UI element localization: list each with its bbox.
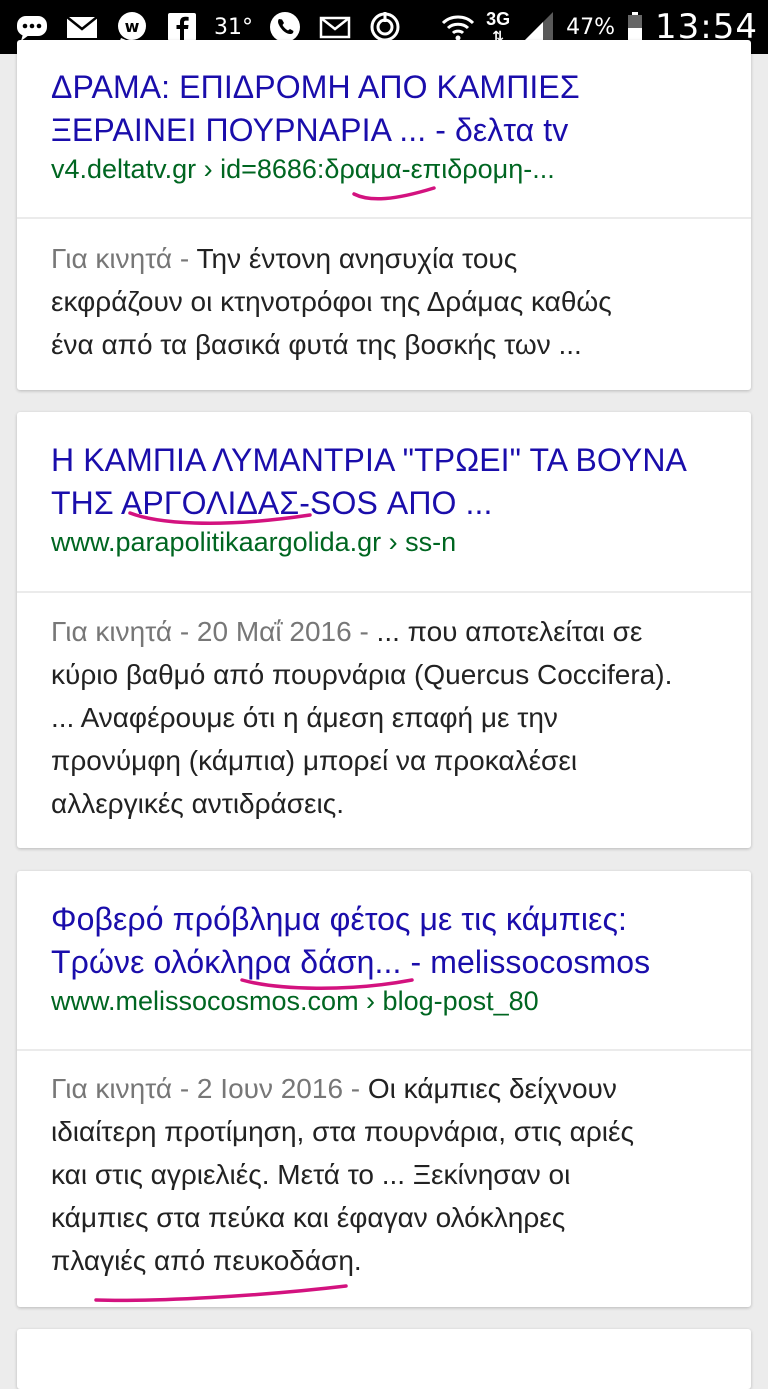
- result-snippet: Για κινητά - 2 Ιουν 2016 - Οι κάμπιες δε…: [51, 1067, 727, 1282]
- result-title-line[interactable]: Η ΚΑΜΠΙΑ ΛΥΜΑΝΤΡΙΑ "ΤΡΩΕΙ" ΤΑ ΒΟΥΝΑ: [51, 439, 717, 482]
- snippet-text: προνύμφη (κάμπια) μπορεί να προκαλέσει: [51, 745, 578, 776]
- result-url[interactable]: v4.deltatv.gr › id=8686:δραμα-επιδρομη-.…: [51, 152, 717, 186]
- snippet-text: εκφράζουν οι κτηνοτρόφοι της Δράμας καθώ…: [51, 286, 612, 317]
- result-header[interactable]: Η ΚΑΜΠΙΑ ΛΥΜΑΝΤΡΙΑ "ΤΡΩΕΙ" ΤΑ ΒΟΥΝΑ ΤΗΣ …: [17, 412, 751, 559]
- search-result-card: Η ΚΑΜΠΙΑ ΛΥΜΑΝΤΡΙΑ "ΤΡΩΕΙ" ΤΑ ΒΟΥΝΑ ΤΗΣ …: [17, 412, 751, 848]
- snippet-text: κάμπιες στα πεύκα και έφαγαν ολόκληρες: [51, 1202, 566, 1233]
- snippet-text: Οι κάμπιες δείχνουν: [367, 1073, 617, 1104]
- result-snippet: Για κινητά - 20 Μαΐ 2016 - ... που αποτε…: [51, 610, 727, 825]
- network-type-label: 3G ⇅: [486, 8, 511, 44]
- snippet-text: πλαγιές από πευκοδάση.: [51, 1245, 362, 1276]
- result-title-line[interactable]: ΔΡΑΜΑ: ΕΠΙΔΡΟΜΗ ΑΠΟ ΚΑΜΠΙΕΣ: [51, 66, 717, 109]
- result-url[interactable]: www.melissocosmos.com › blog-post_80: [51, 984, 717, 1018]
- snippet-text: ένα από τα βασικά φυτά της βοσκής των ..…: [51, 329, 582, 360]
- result-title-line[interactable]: Τρώνε ολόκληρα δάση... - melissocosmos: [51, 941, 717, 984]
- search-result-card: [17, 1329, 751, 1389]
- battery-percent: 47%: [566, 14, 616, 40]
- result-meta: Για κινητά -: [51, 243, 197, 274]
- card-divider: [17, 217, 751, 219]
- snippet-text: και στις αγριελιές. Μετά το ... Ξεκίνησα…: [51, 1159, 571, 1190]
- result-meta: Για κινητά - 20 Μαΐ 2016 -: [51, 616, 377, 647]
- card-divider: [17, 1049, 751, 1051]
- result-snippet: Για κινητά - Την έντονη ανησυχία τους εκ…: [51, 237, 727, 366]
- result-title-line[interactable]: ΞΕΡΑΙΝΕΙ ΠΟΥΡΝΑΡΙΑ ... - δελτα tv: [51, 109, 717, 152]
- search-result-card: ΔΡΑΜΑ: ΕΠΙΔΡΟΜΗ ΑΠΟ ΚΑΜΠΙΕΣ ΞΕΡΑΙΝΕΙ ΠΟΥ…: [17, 40, 751, 390]
- snippet-text: ... Αναφέρουμε ότι η άμεση επαφή με την: [51, 702, 558, 733]
- card-divider: [17, 591, 751, 593]
- network-type: 3G: [486, 8, 511, 29]
- result-title-line[interactable]: ΤΗΣ ΑΡΓΟΛΙΔΑΣ-SOS ΑΠΟ ...: [51, 482, 717, 525]
- search-result-card: Φοβερό πρόβλημα φέτος με τις κάμπιες: Τρ…: [17, 871, 751, 1307]
- result-url[interactable]: www.parapolitikaargolida.gr › ss-n: [51, 525, 717, 559]
- snippet-text: Την έντονη ανησυχία τους: [196, 243, 518, 274]
- result-header-clipped[interactable]: [17, 1329, 751, 1389]
- result-title-line[interactable]: Φοβερό πρόβλημα φέτος με τις κάμπιες:: [51, 898, 717, 941]
- snippet-text: αλλεργικές αντιδράσεις.: [51, 788, 345, 819]
- temperature-label: 31°: [214, 14, 253, 40]
- snippet-text: κύριο βαθμό από πουρνάρια (Quercus Cocci…: [51, 659, 673, 690]
- snippet-text: ... που αποτελείται σε: [376, 616, 643, 647]
- snippet-text: ιδιαίτερη προτίμηση, στα πουρνάρια, στις…: [51, 1116, 634, 1147]
- result-header[interactable]: ΔΡΑΜΑ: ΕΠΙΔΡΟΜΗ ΑΠΟ ΚΑΜΠΙΕΣ ΞΕΡΑΙΝΕΙ ΠΟΥ…: [17, 40, 751, 186]
- svg-text:w: w: [125, 17, 140, 36]
- result-meta: Για κινητά - 2 Ιουν 2016 -: [51, 1073, 368, 1104]
- result-header[interactable]: Φοβερό πρόβλημα φέτος με τις κάμπιες: Τρ…: [17, 871, 751, 1018]
